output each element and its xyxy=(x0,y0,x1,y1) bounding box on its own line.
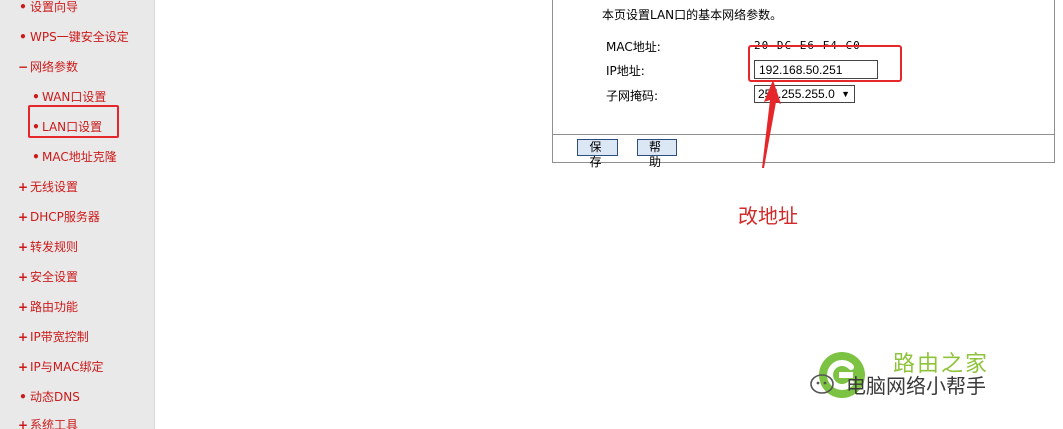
sidebar-item-label: 系统工具 xyxy=(30,418,79,429)
bullet-icon: • xyxy=(19,30,27,44)
sidebar-item-ip-mac-binding[interactable]: + IP与MAC绑定 xyxy=(0,356,155,378)
sidebar-item-security[interactable]: + 安全设置 xyxy=(0,266,155,288)
bullet-icon: • xyxy=(19,390,27,404)
sidebar-item-ddns[interactable]: • 动态DNS xyxy=(0,386,155,408)
mask-label: 子网掩码: xyxy=(606,89,659,103)
dropdown-arrow-icon: ▼ xyxy=(841,89,850,99)
sidebar-item-label: WPS一键安全设定 xyxy=(30,30,129,44)
sidebar-item-label: 安全设置 xyxy=(30,270,79,284)
sidebar-item-forwarding[interactable]: + 转发规则 xyxy=(0,236,155,258)
sidebar-item-label: 转发规则 xyxy=(30,240,79,254)
sidebar-item-routing[interactable]: + 路由功能 xyxy=(0,296,155,318)
sidebar-item-label: IP带宽控制 xyxy=(30,330,89,344)
help-button[interactable]: 帮助 xyxy=(637,139,677,169)
expand-icon: + xyxy=(18,270,29,284)
sidebar-item-wps[interactable]: • WPS一键安全设定 xyxy=(0,26,155,48)
divider xyxy=(552,134,1055,135)
sidebar-item-setup-wizard[interactable]: • 设置向导 xyxy=(0,0,155,18)
watermark-subtitle: 电脑网络小帮手 xyxy=(846,374,986,398)
mac-label: MAC地址: xyxy=(606,40,661,54)
sidebar-item-wireless[interactable]: + 无线设置 xyxy=(0,176,155,198)
annotation-label: 改地址 xyxy=(738,204,798,228)
sidebar-item-dhcp[interactable]: + DHCP服务器 xyxy=(0,206,155,228)
highlight-box-lan xyxy=(28,105,119,138)
wechat-icon xyxy=(810,374,834,394)
sidebar-item-network-params[interactable]: − 网络参数 xyxy=(0,56,155,78)
sidebar-item-label: IP与MAC绑定 xyxy=(30,360,104,374)
sidebar-item-mac-clone[interactable]: • MAC地址克隆 xyxy=(0,146,155,168)
sidebar-item-label: 动态DNS xyxy=(30,390,80,404)
expand-icon: + xyxy=(18,210,29,224)
expand-icon: + xyxy=(18,180,29,194)
save-button[interactable]: 保存 xyxy=(577,139,618,169)
collapse-icon: − xyxy=(18,60,29,74)
sidebar-item-label: 设置向导 xyxy=(30,0,79,14)
sidebar-item-system-tools[interactable]: + 系统工具 xyxy=(0,414,155,429)
expand-icon: + xyxy=(18,300,29,314)
expand-icon: + xyxy=(18,418,29,429)
ip-label: IP地址: xyxy=(606,64,645,78)
sidebar-item-label: MAC地址克隆 xyxy=(42,150,117,164)
sidebar-nav: • 设置向导 • WPS一键安全设定 − 网络参数 • WAN口设置 • LAN… xyxy=(0,0,155,429)
page-description: 本页设置LAN口的基本网络参数。 xyxy=(602,8,783,22)
sidebar-item-label: 无线设置 xyxy=(30,180,79,194)
annotation-arrow-icon xyxy=(762,80,781,168)
sidebar-item-label: 路由功能 xyxy=(30,300,79,314)
expand-icon: + xyxy=(18,360,29,374)
sidebar-item-label: DHCP服务器 xyxy=(30,210,100,224)
highlight-box-ip xyxy=(748,45,902,82)
bullet-icon: • xyxy=(32,150,40,164)
sidebar-item-label: 网络参数 xyxy=(30,60,79,74)
expand-icon: + xyxy=(18,330,29,344)
bullet-icon: • xyxy=(19,0,27,14)
sidebar-item-bandwidth[interactable]: + IP带宽控制 xyxy=(0,326,155,348)
expand-icon: + xyxy=(18,240,29,254)
